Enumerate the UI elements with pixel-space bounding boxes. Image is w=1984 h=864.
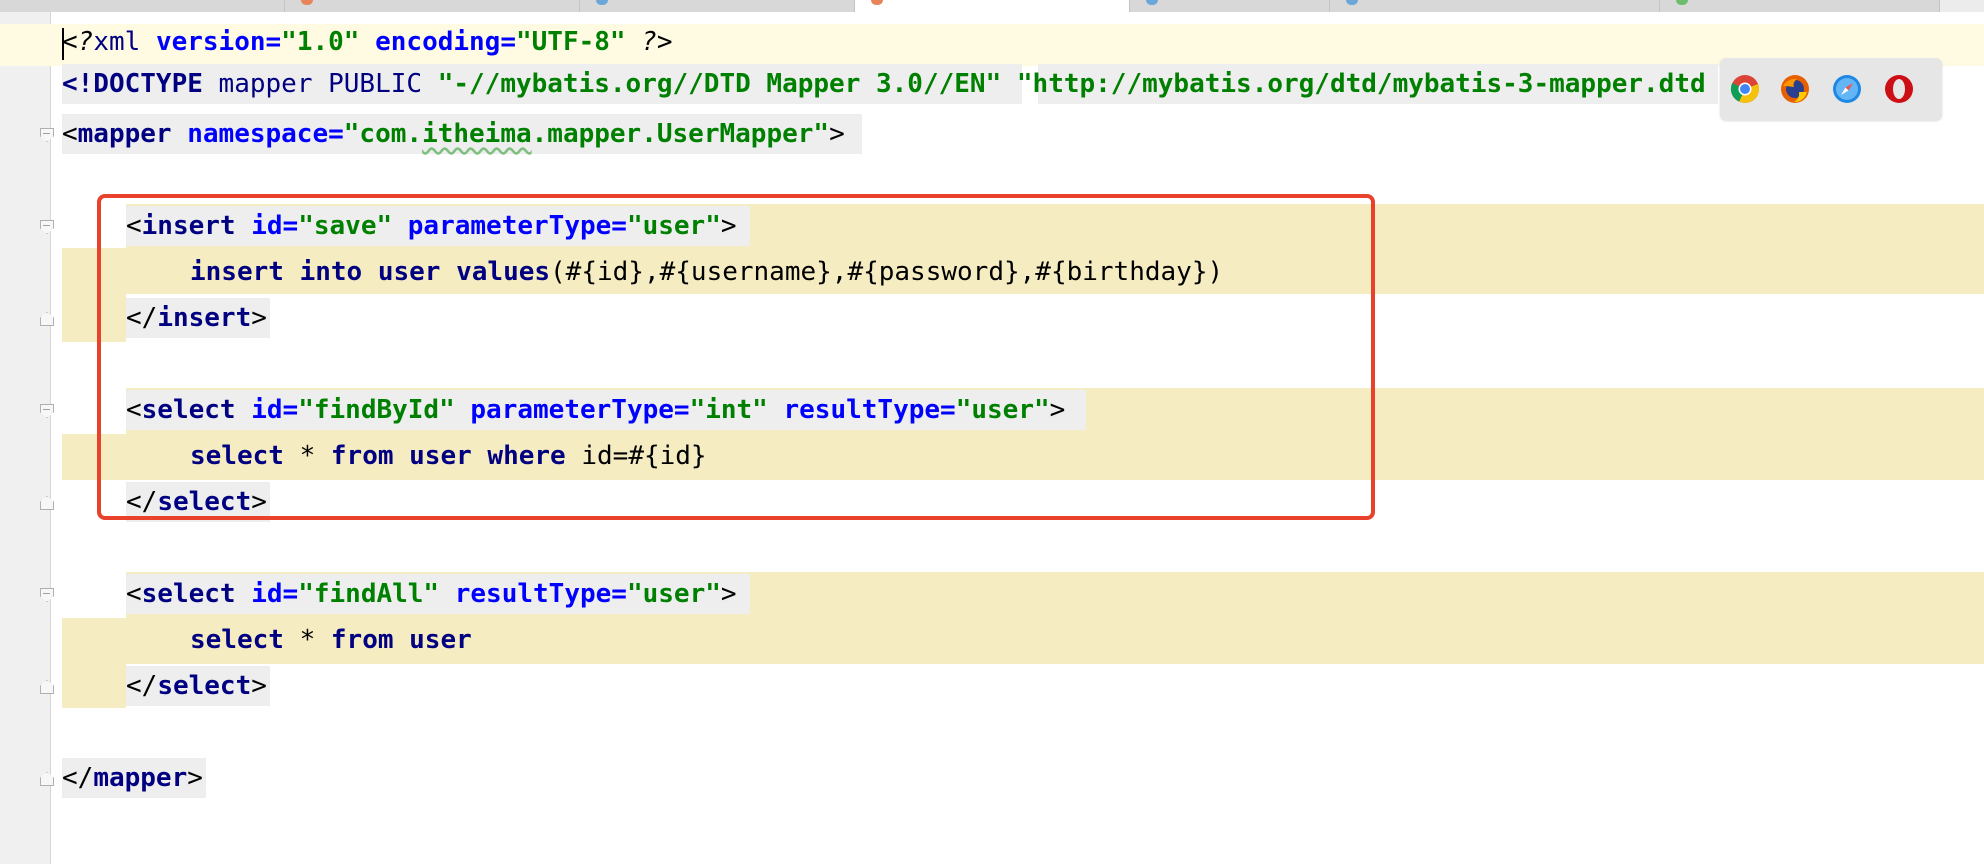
editor-tab[interactable] [1130, 0, 1330, 12]
tag-bracket: </ [62, 763, 94, 793]
safari-icon[interactable] [1832, 74, 1862, 104]
code-line-mapper-close[interactable]: </mapper> [62, 758, 203, 798]
attr-value: "UTF-8" [516, 27, 626, 57]
xml-file-icon [301, 0, 313, 5]
tag-bracket: > [251, 671, 267, 701]
attr-name: resultType [454, 579, 612, 609]
tag-bracket: < [62, 119, 78, 149]
attr-value: "findAll" [298, 579, 440, 609]
tag-name: select [157, 671, 252, 701]
attr-eq: = [500, 27, 516, 57]
doctype-keyword: <!DOCTYPE [62, 69, 203, 99]
attr-eq: = [265, 27, 282, 57]
xml-editor-window: <?xml version="1.0" encoding="UTF-8" ?> … [0, 0, 1984, 864]
pi-close: ?> [641, 27, 673, 57]
tag-bracket: </ [126, 671, 158, 701]
tag-bracket: > [829, 119, 845, 149]
editor-gutter [0, 12, 50, 864]
attr-eq: = [611, 579, 627, 609]
xml-file-icon [871, 0, 883, 5]
opera-icon[interactable] [1884, 74, 1914, 104]
attr-eq: = [282, 579, 299, 609]
doctype-system-id: "http://mybatis.org/dtd/mybatis-3-mapper… [1016, 69, 1706, 99]
editor-tab[interactable] [285, 0, 580, 12]
editor-tab[interactable] [1660, 0, 1940, 12]
annotation-highlight-box [97, 194, 1375, 520]
attr-name: encoding [375, 27, 501, 57]
class-file-icon [1676, 0, 1688, 5]
sql-text: * [283, 625, 331, 655]
attr-name: id [251, 579, 283, 609]
tag-bracket: < [126, 579, 142, 609]
attr-eq: = [328, 119, 344, 149]
editor-tab[interactable] [1330, 0, 1660, 12]
editor-tab-bar [0, 0, 1984, 12]
doctype-name: mapper [218, 69, 313, 99]
pi-open: <? [62, 27, 94, 57]
pi-target: xml [93, 27, 141, 57]
tag-name: mapper [77, 119, 172, 149]
code-line-select-findall-sql[interactable]: select * from user [190, 620, 472, 660]
code-line-mapper-open[interactable]: <mapper namespace="com.itheima.mapper.Us… [62, 114, 845, 154]
attr-value: "com. [343, 119, 423, 149]
editor-tab-active[interactable] [855, 0, 1130, 12]
class-file-icon [596, 0, 608, 5]
tag-name: select [141, 579, 236, 609]
doctype-public-id: "-//mybatis.org//DTD Mapper 3.0//EN" [437, 69, 1002, 99]
tag-bracket: > [720, 579, 737, 609]
tag-name: mapper [93, 763, 188, 793]
doctype-public: PUBLIC [328, 69, 423, 99]
chrome-icon[interactable] [1730, 74, 1760, 104]
browser-preview-toolbar [1720, 58, 1942, 120]
code-line-doctype[interactable]: <!DOCTYPE mapper PUBLIC "-//mybatis.org/… [62, 64, 1706, 104]
gutter-divider [50, 12, 51, 864]
tag-bracket: > [187, 763, 203, 793]
attr-value: "user" [626, 579, 721, 609]
editor-tab[interactable] [580, 0, 855, 12]
matched-block-highlight [62, 618, 126, 708]
attr-name: namespace [187, 119, 329, 149]
code-line-select-findall-open[interactable]: <select id="findAll" resultType="user"> [126, 574, 737, 614]
class-file-icon [1346, 0, 1358, 5]
attr-value: .mapper.UserMapper" [531, 119, 830, 149]
text-caret [62, 28, 64, 60]
editor-tab[interactable] [0, 0, 285, 12]
sql-keyword: from user [330, 625, 472, 655]
attr-value: "1.0" [281, 27, 360, 57]
code-line-xml-declaration[interactable]: <?xml version="1.0" encoding="UTF-8" ?> [62, 22, 673, 62]
sql-keyword: select [190, 625, 284, 655]
spellcheck-warning[interactable]: itheima [422, 119, 532, 149]
attr-name: version [155, 27, 266, 57]
code-line-select-findall-close[interactable]: </select> [126, 666, 267, 706]
firefox-icon[interactable] [1780, 74, 1810, 104]
class-file-icon [1146, 0, 1158, 5]
